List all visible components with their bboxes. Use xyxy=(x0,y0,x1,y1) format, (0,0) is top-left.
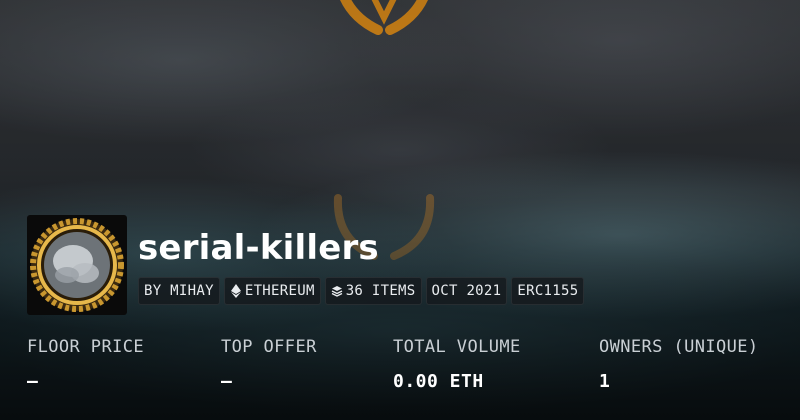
ethereum-icon xyxy=(230,284,241,298)
stat-value: — xyxy=(221,371,233,392)
standard-badge: ERC1155 xyxy=(511,277,585,305)
stat-label: TOTAL VOLUME xyxy=(393,337,521,357)
collection-meta: BY MIHAY ETHEREUM 36 ITEMS OCT 2021 ERC1… xyxy=(138,277,585,305)
stat-top-offer: TOP OFFER — xyxy=(221,335,317,394)
creator-label: BY MIHAY xyxy=(144,283,214,299)
stat-floor-price: FLOOR PRICE — xyxy=(27,335,144,394)
stat-owners: OWNERS (UNIQUE) 1 xyxy=(599,335,759,394)
creator-link[interactable]: BY MIHAY xyxy=(138,277,220,305)
collection-title: serial-killers xyxy=(138,228,379,268)
stat-label: OWNERS (UNIQUE) xyxy=(599,337,759,357)
standard-label: ERC1155 xyxy=(517,283,579,299)
chain-label: ETHEREUM xyxy=(244,283,315,299)
layers-icon xyxy=(331,286,343,297)
gold-medallion-avatar-icon xyxy=(30,218,124,312)
stat-value: 1 xyxy=(599,371,611,392)
stat-label: FLOOR PRICE xyxy=(27,337,144,357)
stat-label: TOP OFFER xyxy=(221,337,317,357)
date-badge: OCT 2021 xyxy=(425,277,508,305)
stat-value: 0.00 ETH xyxy=(393,371,484,392)
collection-stats: FLOOR PRICE — TOP OFFER — TOTAL VOLUME 0… xyxy=(0,335,800,405)
date-label: OCT 2021 xyxy=(431,283,502,299)
items-badge: 36 ITEMS xyxy=(324,277,422,305)
stat-value: — xyxy=(27,371,39,392)
items-label: 36 ITEMS xyxy=(345,283,416,299)
stat-total-volume: TOTAL VOLUME 0.00 ETH xyxy=(393,335,521,394)
chain-badge: ETHEREUM xyxy=(223,277,321,305)
collection-avatar[interactable] xyxy=(27,215,127,315)
